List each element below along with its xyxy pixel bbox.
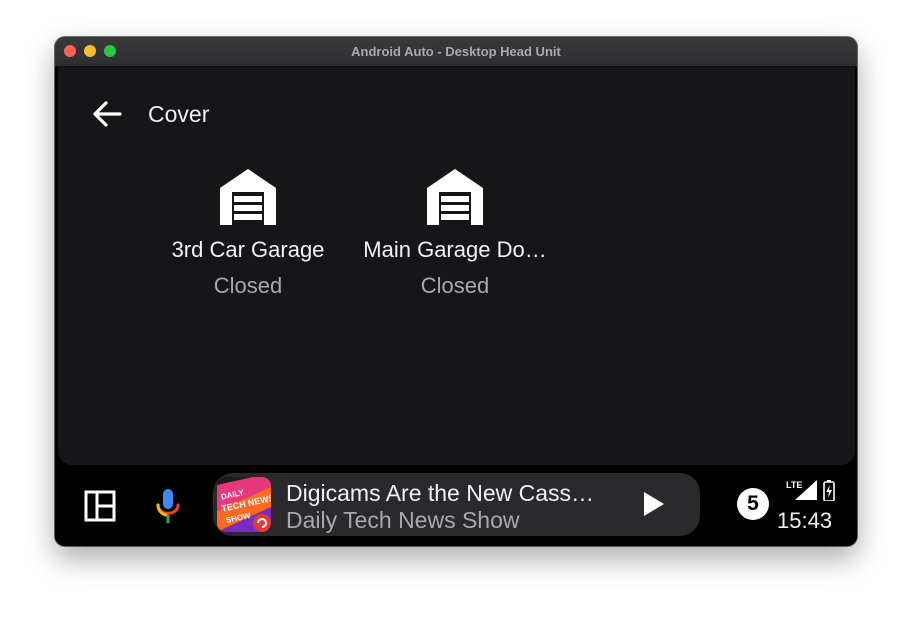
battery-charging-icon [823,480,835,501]
microphone-icon[interactable] [148,485,188,527]
back-arrow-icon[interactable] [89,96,125,132]
head-unit-screen: Cover 3rd Car Garage Closed Main Garage … [55,67,857,546]
cellular-signal-icon [795,480,817,500]
cover-name: 3rd Car Garage [171,237,325,262]
dashboard-icon[interactable] [80,486,120,526]
cover-state: Closed [420,273,490,298]
cover-state: Closed [213,273,283,298]
cover-tile-3rd-car-garage[interactable]: 3rd Car Garage Closed [148,165,348,305]
window-title: Android Auto - Desktop Head Unit [351,44,561,59]
cover-name: Main Garage Do… [363,237,547,262]
play-icon[interactable] [638,489,668,519]
media-subtitle: Daily Tech News Show [286,507,520,533]
page-title: Cover [148,101,210,127]
podcast-artwork: DAILY TECH NEWS SHOW [217,477,271,532]
media-title: Digicams Are the New Cass… [286,480,595,506]
system-rail: DAILY TECH NEWS SHOW Digicams Are the Ne… [55,465,857,546]
garage-icon [220,169,276,225]
notification-count-badge[interactable]: 5 [737,488,769,520]
app-window: Android Auto - Desktop Head Unit Cover 3… [55,37,857,546]
content-area: Cover 3rd Car Garage Closed Main Garage … [58,67,855,465]
now-playing-card[interactable]: DAILY TECH NEWS SHOW Digicams Are the Ne… [213,473,700,536]
cover-tile-main-garage-door[interactable]: Main Garage Do… Closed [355,165,555,305]
status-clock: 15:43 [777,508,833,533]
title-bar: Android Auto - Desktop Head Unit [55,37,857,67]
garage-icon [427,169,483,225]
